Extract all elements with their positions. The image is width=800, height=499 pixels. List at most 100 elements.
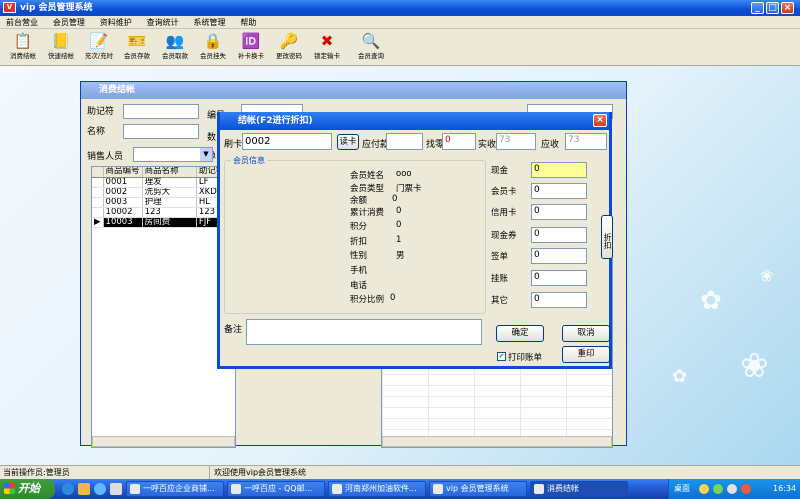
points-value: 0 bbox=[396, 220, 402, 230]
table-row[interactable]: 0003 护理 HL bbox=[92, 197, 236, 208]
media-quicklaunch-icon[interactable] bbox=[94, 483, 106, 495]
dialog-close-button[interactable]: × bbox=[593, 114, 607, 127]
taskbar-item[interactable]: vip 会员管理系统 bbox=[429, 481, 527, 497]
start-button[interactable]: 开始 bbox=[0, 479, 55, 499]
table-row[interactable]: 0002 洗剪大 XKD bbox=[92, 187, 236, 198]
member-type-label: 会员类型 bbox=[350, 184, 385, 194]
taskbar: 开始 一呼百应企业商铺... 一呼百应 - QQ邮... 河南郑州加油软件...… bbox=[0, 479, 800, 499]
maximize-button[interactable]: □ bbox=[766, 2, 779, 14]
paid-input[interactable]: 73 bbox=[496, 133, 536, 150]
minimize-button[interactable]: _ bbox=[751, 2, 764, 14]
credit-card-label: 信用卡 bbox=[491, 208, 517, 218]
id-card-icon: 🆔 bbox=[241, 32, 261, 50]
taskbar-item[interactable]: 一呼百应企业商铺... bbox=[126, 481, 224, 497]
ie-quicklaunch-icon[interactable] bbox=[62, 483, 74, 495]
toolbar-report-loss-button[interactable]: 🔒 会员挂失 bbox=[194, 31, 232, 64]
toolbar-change-password-button[interactable]: 🔑 更改密码 bbox=[270, 31, 308, 64]
ticket-icon: 🎫 bbox=[127, 32, 147, 50]
close-button[interactable]: × bbox=[781, 2, 794, 14]
flower-decoration-icon: ❀ bbox=[760, 266, 774, 285]
taskbar-item-active[interactable]: 消费结帐 bbox=[530, 481, 628, 497]
people-icon: 👥 bbox=[165, 32, 185, 50]
menu-front-desk[interactable]: 前台营业 bbox=[0, 16, 44, 29]
desktop-toolbar-label[interactable]: 桌面 bbox=[674, 479, 690, 499]
member-card-input[interactable]: 0 bbox=[531, 183, 587, 199]
code-input[interactable] bbox=[123, 104, 199, 119]
grid-header-code[interactable]: 商品编号 bbox=[103, 167, 143, 178]
checkout-icon: 📋 bbox=[13, 32, 33, 50]
remark-input[interactable] bbox=[246, 319, 482, 345]
cash-label: 现金 bbox=[491, 166, 509, 176]
toolbar-member-query-button[interactable]: 🔍 会员查询 bbox=[352, 31, 390, 64]
cash-input[interactable]: 0 bbox=[531, 162, 587, 178]
horizontal-scrollbar[interactable] bbox=[382, 436, 612, 447]
read-card-button[interactable]: 读卡 bbox=[337, 134, 359, 150]
received-input[interactable]: 73 bbox=[565, 133, 607, 150]
taskbar-item[interactable]: 一呼百应 - QQ邮... bbox=[227, 481, 325, 497]
system-tray: 桌面 16:34 bbox=[668, 479, 800, 499]
card-input[interactable]: 0002 bbox=[242, 133, 332, 150]
product-grid[interactable]: 商品编号 商品名称 助记符 0001 理发 LF 0002 洗剪大 XKD 0003 护理… bbox=[91, 166, 236, 448]
sales-select[interactable]: ▼ bbox=[133, 147, 213, 162]
payable-input[interactable] bbox=[386, 133, 423, 150]
tray-security-icon[interactable] bbox=[741, 484, 751, 494]
ok-button[interactable]: 确定 bbox=[496, 325, 544, 342]
tray-volume-icon[interactable] bbox=[727, 484, 737, 494]
mobile-label: 手机 bbox=[350, 266, 368, 276]
table-row[interactable]: 0001 理发 LF bbox=[92, 177, 236, 188]
change-input[interactable]: 0 bbox=[442, 133, 476, 150]
menu-bar: 前台营业 会员管理 资料维护 查询统计 系统管理 帮助 bbox=[0, 16, 800, 29]
cancel-button[interactable]: 取消 bbox=[562, 325, 610, 342]
toolbar-quick-checkout-button[interactable]: 📒 快速结帐 bbox=[42, 31, 80, 64]
toolbar-lock-button[interactable]: ✖ 锁定输卡 bbox=[308, 31, 346, 64]
key-icon: 🔑 bbox=[279, 32, 299, 50]
table-row[interactable]: 10002 123 123 bbox=[92, 207, 236, 218]
grid-header-name[interactable]: 商品名称 bbox=[142, 167, 197, 178]
toolbar-withdraw-button[interactable]: 👥 会员取款 bbox=[156, 31, 194, 64]
row-pointer-icon: ▶ bbox=[92, 217, 104, 228]
discount-button[interactable]: 折扣 bbox=[601, 215, 613, 259]
status-bar: 当前操作员:管理员 欢迎使用vip会员管理系统 bbox=[0, 465, 800, 479]
on-account-input[interactable]: 0 bbox=[531, 270, 587, 286]
flower-decoration-icon: ✿ bbox=[700, 286, 722, 316]
member-name-label: 会员姓名 bbox=[350, 171, 385, 181]
menu-query-stats[interactable]: 查询统计 bbox=[141, 16, 185, 29]
notebook-icon: 📒 bbox=[51, 32, 71, 50]
horizontal-scrollbar[interactable] bbox=[92, 436, 235, 447]
credit-card-input[interactable]: 0 bbox=[531, 204, 587, 220]
menu-help[interactable]: 帮助 bbox=[234, 16, 262, 29]
toolbar-checkout-button[interactable]: 📋 消费结帐 bbox=[4, 31, 42, 64]
menu-member-manage[interactable]: 会员管理 bbox=[47, 16, 91, 29]
toolbar-deposit-button[interactable]: 🎫 会员存款 bbox=[118, 31, 156, 64]
name-input[interactable] bbox=[123, 124, 199, 139]
flower-decoration-icon: ❀ bbox=[740, 346, 769, 386]
table-row-selected[interactable]: ▶ 10003 房间费 FJF bbox=[92, 217, 236, 228]
main-window-title: vip 会员管理系统 bbox=[20, 3, 93, 13]
menu-system-manage[interactable]: 系统管理 bbox=[188, 16, 232, 29]
sign-bill-label: 签单 bbox=[491, 252, 509, 262]
sign-bill-input[interactable]: 0 bbox=[531, 248, 587, 264]
tray-network-icon[interactable] bbox=[713, 484, 723, 494]
name-label: 名称 bbox=[87, 127, 106, 137]
discount-label: 折扣 bbox=[350, 237, 368, 247]
other-input[interactable]: 0 bbox=[531, 292, 587, 308]
points-label: 积分 bbox=[350, 222, 368, 232]
member-type-value: 门票卡 bbox=[396, 184, 422, 194]
reprint-button[interactable]: 重印 bbox=[562, 346, 610, 363]
chevron-down-icon[interactable]: ▼ bbox=[200, 148, 212, 161]
on-account-label: 挂账 bbox=[491, 274, 509, 284]
tray-app-icon[interactable] bbox=[699, 484, 709, 494]
menu-data-maintain[interactable]: 资料维护 bbox=[94, 16, 138, 29]
windows-logo-icon bbox=[4, 483, 15, 494]
taskbar-item[interactable]: 河南郑州加油软件... bbox=[328, 481, 426, 497]
coupon-input[interactable]: 0 bbox=[531, 227, 587, 243]
toolbar-replace-card-button[interactable]: 🆔 补卡换卡 bbox=[232, 31, 270, 64]
clock[interactable]: 16:34 bbox=[773, 479, 796, 499]
desktop-quicklaunch-icon[interactable] bbox=[110, 483, 122, 495]
print-checkbox[interactable]: ✔ bbox=[497, 352, 506, 361]
points-ratio-value: 0 bbox=[390, 293, 396, 303]
balance-value: 0 bbox=[392, 194, 398, 204]
folder-quicklaunch-icon[interactable] bbox=[78, 483, 90, 495]
app-icon: V bbox=[3, 2, 16, 13]
toolbar-recharge-button[interactable]: 📝 充次/充时 bbox=[80, 31, 118, 64]
